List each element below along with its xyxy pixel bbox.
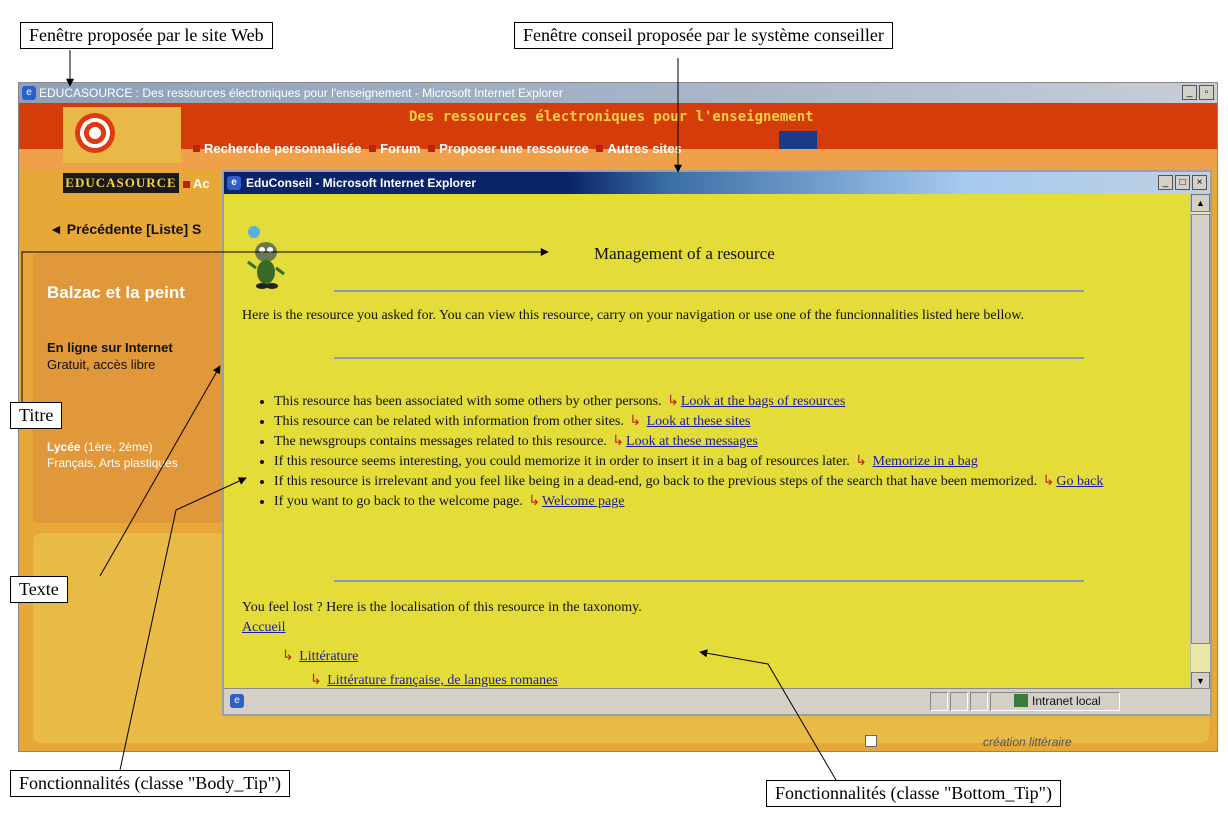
prev-link[interactable]: ◄ Précédente [Liste] S [49, 221, 201, 237]
tip-item: This resource can be related with inform… [274, 412, 1184, 432]
scroll-thumb[interactable] [1191, 214, 1210, 644]
tip-link[interactable]: Go back [1056, 474, 1103, 489]
lost-text: You feel lost ? Here is the localisation… [242, 600, 642, 615]
divider [334, 580, 1084, 582]
status-segment [950, 692, 968, 711]
intro-text: Here is the resource you asked for. You … [242, 308, 1025, 323]
main-title-bar: e EDUCASOURCE : Des ressources électroni… [19, 83, 1217, 103]
callout-website-window: Fenêtre proposée par le site Web [20, 22, 273, 49]
creation-label: création littéraire [983, 735, 1072, 749]
ie-icon: e [227, 176, 241, 190]
main-window-title: EDUCASOURCE : Des ressources électroniqu… [39, 86, 563, 100]
scroll-up-button[interactable]: ▲ [1191, 194, 1210, 212]
site-slogan: Des ressources électroniques pour l'ense… [409, 109, 814, 125]
callout-texte: Texte [10, 576, 68, 603]
level-label: Lycée (1ère, 2ème) [47, 440, 153, 454]
vertical-scrollbar[interactable]: ▲ ▼ [1190, 194, 1210, 690]
site-nav: Recherche personnalisée Forum Proposer u… [19, 141, 1217, 169]
status-segment [930, 692, 948, 711]
tip-item: This resource has been associated with s… [274, 392, 1184, 412]
tip-item: If you want to go back to the welcome pa… [274, 492, 1184, 512]
advice-window: e EduConseil - Microsoft Internet Explor… [222, 170, 1212, 716]
checkbox[interactable] [865, 735, 877, 747]
page-icon: e [230, 694, 244, 708]
nav-proposer[interactable]: Proposer une ressource [439, 141, 589, 156]
minimize-button[interactable]: _ [1158, 175, 1173, 190]
tip-link[interactable]: Look at the bags of resources [681, 394, 845, 409]
popup-title-bar: e EduConseil - Microsoft Internet Explor… [224, 172, 1210, 194]
intranet-icon [1014, 694, 1028, 707]
free-label: Gratuit, accès libre [47, 357, 156, 372]
mascot-icon [247, 226, 285, 289]
tip-item: If this resource seems interesting, you … [274, 452, 1184, 472]
taxonomy-litterature[interactable]: Littérature [299, 649, 358, 664]
educasource-wordmark: EDUCASOURCE [63, 173, 179, 193]
educasource-logo[interactable] [63, 107, 181, 163]
callout-bottom-tip: Fonctionnalités (classe "Bottom_Tip") [766, 780, 1062, 807]
swirl-icon [75, 113, 115, 153]
ie-icon: e [22, 86, 36, 100]
status-segment [970, 692, 988, 711]
status-bar: e Intranet local [224, 688, 1210, 714]
restore-button[interactable]: ▫ [1199, 85, 1214, 100]
tip-link[interactable]: Welcome page [542, 494, 624, 509]
taxonomy-litterature-francaise[interactable]: Littérature française, de langues romane… [327, 673, 558, 688]
taxonomy-accueil[interactable]: Accueil [242, 620, 286, 636]
nav-forum[interactable]: Forum [380, 141, 420, 156]
popup-window-title: EduConseil - Microsoft Internet Explorer [246, 176, 477, 190]
resource-title: Balzac et la peint [47, 283, 185, 302]
online-label: En ligne sur Internet [47, 340, 173, 355]
tip-item: The newsgroups contains messages related… [274, 432, 1184, 452]
tip-link[interactable]: Look at these messages [626, 434, 758, 449]
nav-recherche[interactable]: Recherche personnalisée [204, 141, 362, 156]
divider [334, 357, 1084, 359]
tip-item: If this resource is irrelevant and you f… [274, 472, 1184, 492]
subjects-label: Français, Arts plastiques [47, 456, 178, 470]
maximize-button[interactable]: □ [1175, 175, 1190, 190]
popup-content: Management of a resource Here is the res… [224, 194, 1190, 690]
nav-autres-sites[interactable]: Autres sites [607, 141, 681, 156]
taxonomy-level-2: ↳ Littérature française, de langues roma… [310, 673, 558, 688]
tip-link[interactable]: Look at these sites [647, 414, 751, 429]
callout-body-tip: Fonctionnalités (classe "Body_Tip") [10, 770, 291, 797]
divider [334, 290, 1084, 292]
tip-link[interactable]: Memorize in a bag [873, 454, 978, 469]
popup-heading: Management of a resource [594, 244, 775, 263]
nav-ac[interactable]: Ac [183, 176, 210, 191]
body-tips-list: This resource has been associated with s… [274, 392, 1184, 512]
minimize-button[interactable]: _ [1182, 85, 1197, 100]
security-zone: Intranet local [1014, 694, 1101, 708]
callout-advice-window: Fenêtre conseil proposée par le système … [514, 22, 893, 49]
taxonomy-level-1: ↳ Littérature [282, 649, 359, 664]
callout-titre: Titre [10, 402, 63, 429]
close-button[interactable]: × [1192, 175, 1207, 190]
